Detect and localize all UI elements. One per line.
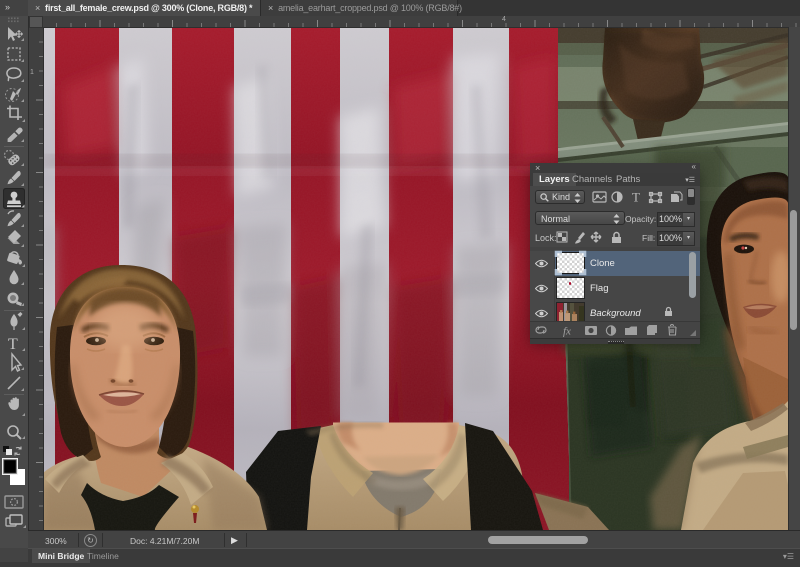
svg-text:fx: fx [563, 326, 571, 338]
svg-text:T: T [8, 336, 18, 353]
svg-text:T: T [632, 190, 640, 204]
